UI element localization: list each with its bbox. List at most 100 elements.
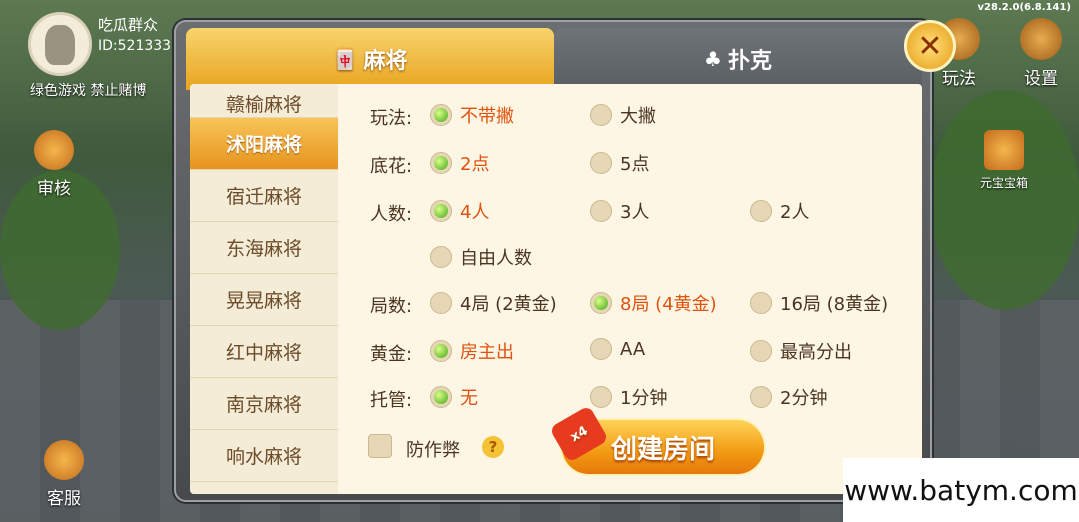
watermark: www.batym.com xyxy=(843,458,1079,522)
user-name: 吃瓜群众 xyxy=(98,16,159,34)
anti-cheat-checkbox[interactable] xyxy=(368,434,392,458)
radio-selected xyxy=(430,104,452,126)
tab-poker[interactable]: ♣ 扑克 xyxy=(554,28,922,90)
gear-icon xyxy=(1020,18,1062,60)
options-panel: 赣榆麻将 沭阳麻将 宿迁麻将 东海麻将 晃晃麻将 红中麻将 南京麻将 响水麻将 … xyxy=(190,84,922,494)
option-label: 5点 xyxy=(620,154,650,175)
service-icon xyxy=(44,440,84,480)
auto-play-option[interactable]: 2分钟 xyxy=(750,384,827,410)
option-label: 1分钟 xyxy=(620,388,668,409)
radio xyxy=(590,200,612,222)
rounds-option[interactable]: 16局 (8黄金) xyxy=(750,290,888,316)
tab-mahjong-label: 麻将 xyxy=(363,49,408,74)
play-mode-option[interactable]: 大撇 xyxy=(590,102,656,128)
radio xyxy=(590,104,612,126)
mahjong-variant-list[interactable]: 赣榆麻将 沭阳麻将 宿迁麻将 东海麻将 晃晃麻将 红中麻将 南京麻将 响水麻将 xyxy=(190,84,338,494)
sidebar-item-nanjing[interactable]: 南京麻将 xyxy=(190,378,338,430)
players-option[interactable]: 4人 xyxy=(430,198,489,224)
rounds-label: 局数: xyxy=(370,296,413,317)
players-option[interactable]: 2人 xyxy=(750,198,809,224)
gold-label: 黄金: xyxy=(370,344,413,365)
sidebar-item-label: 响水麻将 xyxy=(225,446,302,468)
option-label: 无 xyxy=(460,388,478,409)
radio-selected xyxy=(430,340,452,362)
option-label: 4局 (2黄金) xyxy=(460,294,557,315)
background-foliage xyxy=(930,90,1079,310)
rule-options: 玩法: 不带撇 大撇 底花: 2点 5点 人数: 4人 3人 2人 自由人数 局… xyxy=(338,84,922,494)
radio xyxy=(750,292,772,314)
sidebar-item-donghai[interactable]: 东海麻将 xyxy=(190,222,338,274)
option-label: 4人 xyxy=(460,202,490,223)
close-icon: ✕ xyxy=(917,28,943,64)
settings-button[interactable]: 设置 xyxy=(1020,18,1062,89)
option-label: 房主出 xyxy=(460,342,514,363)
base-flower-label: 底花: xyxy=(370,156,413,177)
gold-option[interactable]: AA xyxy=(590,338,645,360)
auto-play-option[interactable]: 无 xyxy=(430,384,478,410)
create-room-dialog: 🀄 麻将 ♣ 扑克 ✕ 赣榆麻将 沭阳麻将 宿迁麻将 东海麻将 晃晃麻将 红中麻… xyxy=(174,20,956,502)
mahjong-tile-icon: 🀄 xyxy=(332,47,358,71)
tab-mahjong[interactable]: 🀄 麻将 xyxy=(186,28,554,90)
players-option[interactable]: 3人 xyxy=(590,198,649,224)
anti-cheat-label: 防作弊 xyxy=(406,440,460,461)
option-label: 不带撇 xyxy=(460,106,514,127)
auto-play-option[interactable]: 1分钟 xyxy=(590,384,667,410)
sidebar-item-partial[interactable]: 赣榆麻将 xyxy=(190,84,338,118)
user-id: ID:521333 xyxy=(98,38,172,54)
base-flower-option[interactable]: 5点 xyxy=(590,150,649,176)
sidebar-item-xiangshui[interactable]: 响水麻将 xyxy=(190,430,338,482)
sidebar-item-hongzhong[interactable]: 红中麻将 xyxy=(190,326,338,378)
gold-option[interactable]: 最高分出 xyxy=(750,338,852,364)
audit-button[interactable]: 审核 xyxy=(34,130,74,199)
club-suit-icon: ♣ xyxy=(704,47,722,71)
version-label: v28.2.0(6.8.141) xyxy=(977,2,1071,13)
rounds-option[interactable]: 4局 (2黄金) xyxy=(430,290,557,316)
avatar[interactable] xyxy=(28,12,92,76)
create-room-button[interactable]: x4 创建房间 xyxy=(549,405,766,476)
play-mode-label: 玩法: xyxy=(370,108,413,129)
help-icon[interactable]: ? xyxy=(482,436,504,458)
base-flower-option[interactable]: 2点 xyxy=(430,150,489,176)
radio xyxy=(590,386,612,408)
close-button[interactable]: ✕ xyxy=(904,20,956,72)
treasure-icon xyxy=(984,130,1024,170)
rounds-option[interactable]: 8局 (4黄金) xyxy=(590,290,717,316)
radio xyxy=(590,338,612,360)
option-label: 2分钟 xyxy=(780,388,828,409)
sidebar-item-huanghuang[interactable]: 晃晃麻将 xyxy=(190,274,338,326)
players-option[interactable]: 自由人数 xyxy=(430,244,532,270)
gold-option[interactable]: 房主出 xyxy=(430,338,514,364)
sidebar-item-label: 南京麻将 xyxy=(225,394,302,416)
sidebar-item-label: 沭阳麻将 xyxy=(225,134,302,156)
sidebar-item-label: 赣榆麻将 xyxy=(225,94,302,116)
sidebar-item-label: 红中麻将 xyxy=(225,342,302,364)
radio-selected xyxy=(430,152,452,174)
sidebar-item-label: 宿迁麻将 xyxy=(225,186,302,208)
cost-badge: x4 xyxy=(549,405,609,463)
radio-selected xyxy=(430,386,452,408)
sidebar-item-label: 东海麻将 xyxy=(225,238,302,260)
radio xyxy=(430,292,452,314)
game-type-tabs: 🀄 麻将 ♣ 扑克 xyxy=(186,28,922,90)
option-label: 2点 xyxy=(460,154,490,175)
sidebar-item-shuyang[interactable]: 沭阳麻将 xyxy=(190,118,338,170)
option-label: 16局 (8黄金) xyxy=(780,294,889,315)
radio xyxy=(590,152,612,174)
auto-play-label: 托管: xyxy=(370,390,413,411)
option-label: AA xyxy=(620,338,646,360)
audit-label: 审核 xyxy=(37,179,71,199)
radio-selected xyxy=(590,292,612,314)
radio-selected xyxy=(430,200,452,222)
option-label: 大撇 xyxy=(620,106,656,127)
play-mode-option[interactable]: 不带撇 xyxy=(430,102,514,128)
option-label: 最高分出 xyxy=(780,342,852,363)
option-label: 3人 xyxy=(620,202,650,223)
sidebar-item-label: 晃晃麻将 xyxy=(225,290,302,312)
customer-service-button[interactable]: 客服 xyxy=(44,440,84,509)
treasure-box-button[interactable]: 元宝宝箱 xyxy=(980,130,1028,191)
radio xyxy=(750,386,772,408)
radio xyxy=(750,200,772,222)
radio xyxy=(430,246,452,268)
sidebar-item-suqian[interactable]: 宿迁麻将 xyxy=(190,170,338,222)
settings-label: 设置 xyxy=(1024,69,1058,89)
